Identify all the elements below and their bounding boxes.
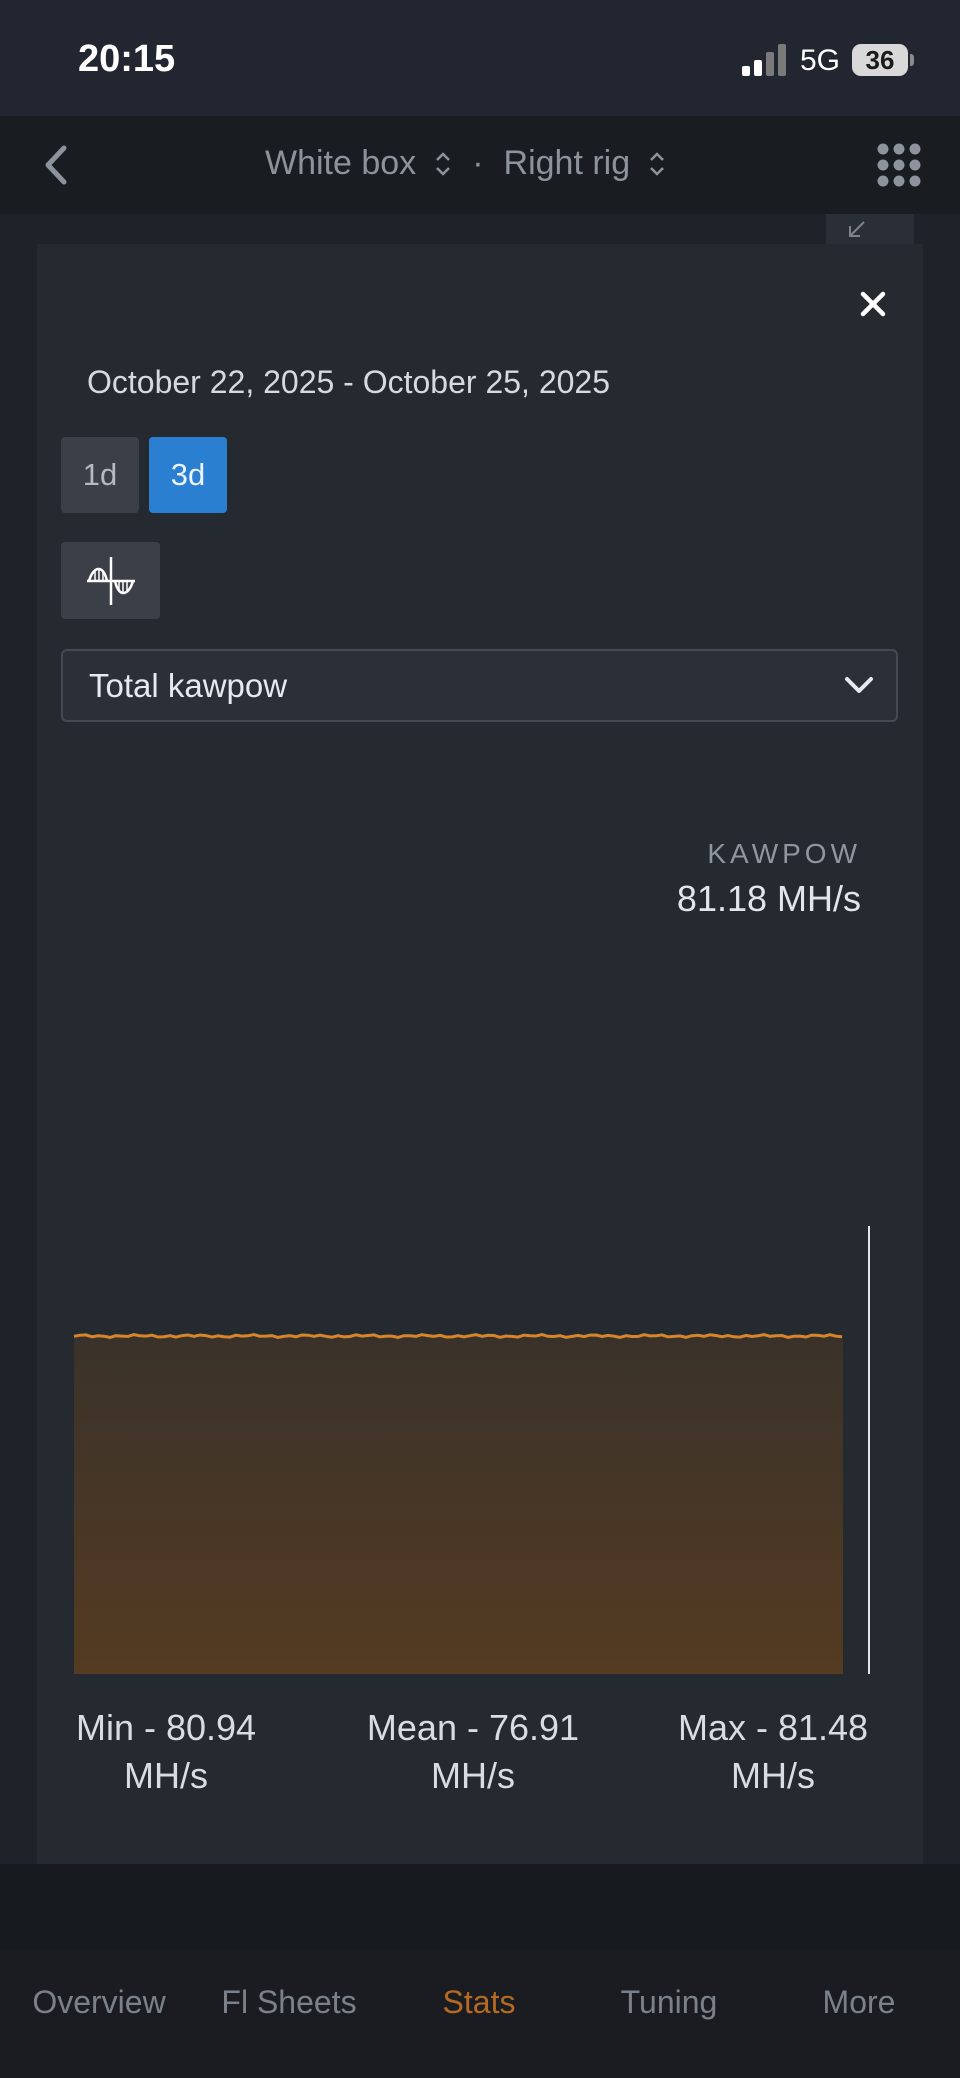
metric-select-value: Total kawpow xyxy=(89,667,288,704)
stat-max: Max - 81.48 MH/s xyxy=(643,1704,903,1800)
stats-row: Min - 80.94 MH/s Mean - 76.91 MH/s Max -… xyxy=(37,1704,923,1814)
main-area xyxy=(74,1336,843,1811)
tab-stats[interactable]: Stats xyxy=(384,1984,574,2021)
back-icon[interactable] xyxy=(34,140,84,190)
stat-min-unit: MH/s xyxy=(124,1755,208,1796)
battery-tip xyxy=(910,54,914,66)
collapse-handle[interactable] xyxy=(826,214,914,244)
tab-bar-shade xyxy=(0,1864,960,1950)
stat-max-value: Max - 81.48 xyxy=(677,1707,869,1748)
stat-min-value: Min - 80.94 xyxy=(75,1707,257,1748)
nav-bar: White box · Right rig xyxy=(0,116,960,214)
tab-tuning[interactable]: Tuning xyxy=(574,1984,764,2021)
stat-mean-unit: MH/s xyxy=(431,1755,515,1796)
signal-icon xyxy=(742,44,788,76)
tab-fl-sheets[interactable]: Fl Sheets xyxy=(194,1984,384,2021)
tab-more[interactable]: More xyxy=(764,1984,954,2021)
current-value: 81.18 MH/s xyxy=(676,878,861,919)
chevron-down-icon xyxy=(845,677,873,693)
hashrate-chart[interactable] xyxy=(37,974,923,1909)
chart-svg xyxy=(72,1226,888,1909)
metric-select[interactable]: Total kawpow xyxy=(61,649,898,722)
waveform-icon xyxy=(86,556,135,605)
battery-level: 36 xyxy=(865,44,895,75)
status-time: 20:15 xyxy=(78,38,176,80)
updown-chevron-icon xyxy=(650,151,665,176)
nav-title: White box · Right rig xyxy=(265,144,666,183)
stat-mean: Mean - 76.91 MH/s xyxy=(343,1704,603,1800)
collapse-arrow-icon xyxy=(849,221,865,237)
device-selector[interactable]: White box xyxy=(265,144,452,183)
stat-max-unit: MH/s xyxy=(731,1755,815,1796)
nav-separator: · xyxy=(472,144,484,182)
stat-min: Min - 80.94 MH/s xyxy=(36,1704,296,1800)
series-name: KAWPOW xyxy=(707,838,861,869)
bottom-tab-bar: Overview Fl Sheets Stats Tuning More xyxy=(0,1864,960,2078)
close-icon[interactable] xyxy=(843,274,903,334)
stat-mean-value: Mean - 76.91 xyxy=(366,1707,580,1748)
updown-chevron-icon xyxy=(436,151,451,176)
smoothing-toggle-button[interactable] xyxy=(61,542,160,619)
network-type: 5G xyxy=(800,44,841,77)
range-1d-button[interactable]: 1d xyxy=(61,437,139,513)
rig-name: Right rig xyxy=(503,144,631,182)
range-3d-button[interactable]: 3d xyxy=(149,437,227,513)
stats-modal: October 22, 2025 - October 25, 2025 1d 3… xyxy=(37,244,923,1950)
rig-selector[interactable]: Right rig xyxy=(504,144,667,183)
battery-icon: 36 xyxy=(852,44,908,76)
device-name: White box xyxy=(265,144,417,182)
date-range[interactable]: October 22, 2025 - October 25, 2025 xyxy=(87,364,610,401)
tab-overview[interactable]: Overview xyxy=(4,1984,194,2021)
apps-grid-icon[interactable] xyxy=(876,142,922,188)
status-bar: 20:15 5G 36 xyxy=(0,0,960,116)
